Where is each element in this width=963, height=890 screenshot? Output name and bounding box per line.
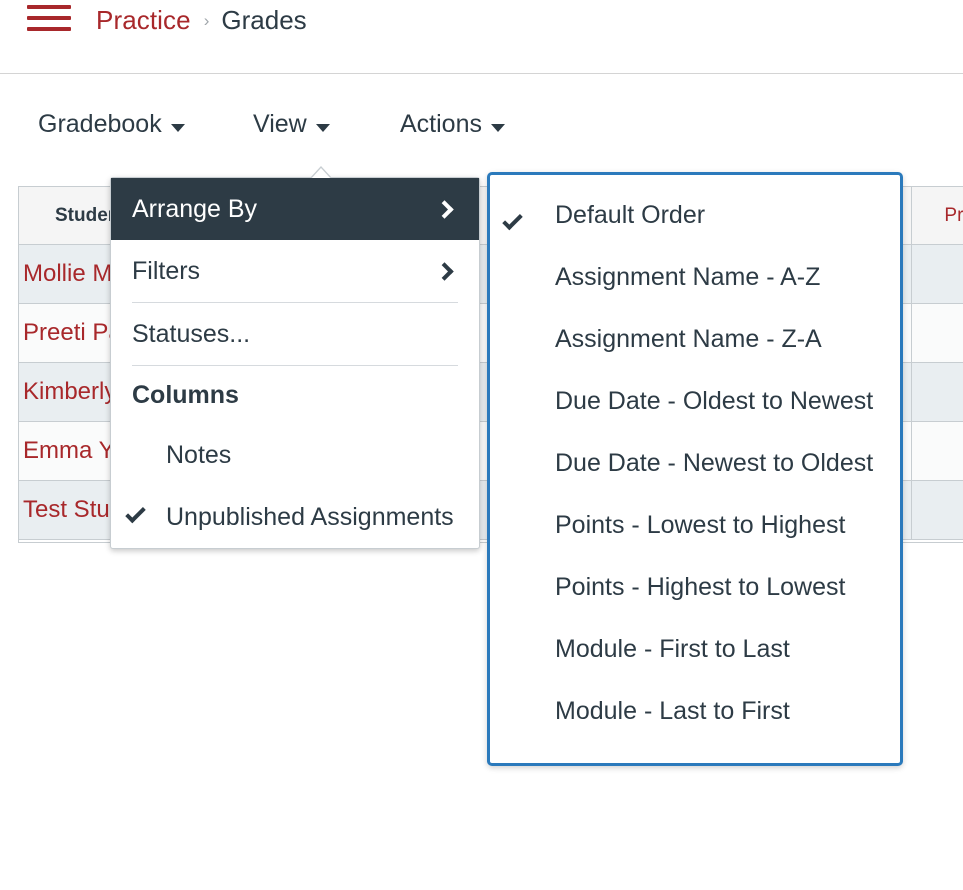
check-slot-empty (503, 258, 555, 266)
submenu-item-default-order[interactable]: Default Order (490, 189, 900, 251)
submenu-item-due-date-oldest-newest[interactable]: Due Date - Oldest to Newest (490, 375, 900, 437)
gradebook-page: Practice › Grades Gradebook View Actions… (0, 0, 963, 890)
submenu-item-label: Due Date - Newest to Oldest (555, 449, 874, 477)
submenu-item-due-date-newest-oldest[interactable]: Due Date - Newest to Oldest (490, 437, 900, 499)
hamburger-icon[interactable] (27, 5, 71, 31)
grade-cell[interactable] (912, 481, 963, 539)
menu-item-label: Notes (166, 440, 232, 469)
chevron-down-icon (490, 123, 505, 132)
submenu-item-label: Default Order (555, 201, 706, 229)
submenu-item-label: Assignment Name - A-Z (555, 263, 821, 291)
arrange-by-submenu: Default Order Assignment Name - A-Z Assi… (487, 172, 903, 766)
submenu-item-label: Points - Highest to Lowest (555, 573, 846, 601)
check-slot (125, 502, 166, 524)
popover-caret (310, 166, 332, 180)
gradebook-toolbar: Gradebook View Actions (0, 96, 963, 158)
submenu-item-module-first-last[interactable]: Module - First to Last (490, 623, 900, 685)
actions-menu-button[interactable]: Actions (400, 110, 505, 139)
submenu-item-module-last-first[interactable]: Module - Last to First (490, 685, 900, 747)
check-slot-empty (503, 568, 555, 576)
check-slot-empty (503, 444, 555, 452)
checkmark-icon (502, 209, 523, 231)
menu-item-statuses[interactable]: Statuses... (111, 303, 479, 365)
check-slot-empty (503, 382, 555, 390)
menu-item-label: Filters (132, 256, 201, 285)
check-slot-empty (503, 692, 555, 700)
menu-item-label: Statuses... (132, 319, 251, 348)
submenu-item-points-highest-lowest[interactable]: Points - Highest to Lowest (490, 561, 900, 623)
submenu-item-label: Points - Lowest to Highest (555, 511, 846, 539)
menu-item-unpublished-assignments[interactable]: Unpublished Assignments (111, 486, 479, 548)
menu-item-arrange-by[interactable]: Arrange By (111, 178, 479, 240)
breadcrumb-course-link[interactable]: Practice (96, 5, 191, 36)
chevron-right-icon: › (203, 11, 210, 30)
menu-item-label: Unpublished Assignments (166, 502, 454, 531)
submenu-item-assignment-name-za[interactable]: Assignment Name - Z-A (490, 313, 900, 375)
check-slot-empty (503, 630, 555, 638)
grade-cell[interactable] (912, 422, 963, 480)
grade-cell[interactable] (912, 363, 963, 421)
menu-item-label: Arrange By (132, 194, 258, 223)
chevron-down-icon (170, 123, 185, 132)
menu-group-heading-columns: Columns (132, 380, 239, 409)
hamburger-bar (27, 5, 71, 9)
page-header: Practice › Grades (0, 0, 963, 74)
column-header-assignment[interactable]: Pre (912, 187, 963, 244)
grade-cell[interactable] (912, 245, 963, 303)
submenu-item-assignment-name-az[interactable]: Assignment Name - A-Z (490, 251, 900, 313)
grade-cell[interactable] (912, 304, 963, 362)
chevron-right-icon (435, 261, 454, 281)
gradebook-menu-label: Gradebook (38, 110, 162, 138)
gradebook-menu-button[interactable]: Gradebook (38, 110, 185, 139)
submenu-item-points-lowest-highest[interactable]: Points - Lowest to Highest (490, 499, 900, 561)
checkmark-icon (125, 502, 146, 524)
check-slot (502, 196, 555, 238)
hamburger-bar (27, 16, 71, 20)
breadcrumb: Practice › Grades (96, 0, 307, 40)
submenu-item-label: Module - First to Last (555, 635, 790, 663)
chevron-right-icon (435, 199, 454, 219)
view-menu-label: View (253, 110, 307, 138)
submenu-item-label: Module - Last to First (555, 697, 790, 725)
view-menu-button[interactable]: View (253, 110, 330, 139)
menu-item-notes[interactable]: Notes (111, 424, 479, 486)
check-slot-empty (503, 506, 555, 514)
breadcrumb-current-page: Grades (221, 4, 307, 35)
menu-item-filters[interactable]: Filters (111, 240, 479, 302)
actions-menu-label: Actions (400, 110, 482, 138)
view-dropdown-menu: Arrange By Filters Statuses... Columns N… (110, 166, 480, 549)
submenu-item-label: Assignment Name - Z-A (555, 325, 822, 353)
hamburger-bar (27, 27, 71, 31)
submenu-item-label: Due Date - Oldest to Newest (555, 387, 874, 415)
chevron-down-icon (315, 123, 330, 132)
check-slot-empty (503, 320, 555, 328)
